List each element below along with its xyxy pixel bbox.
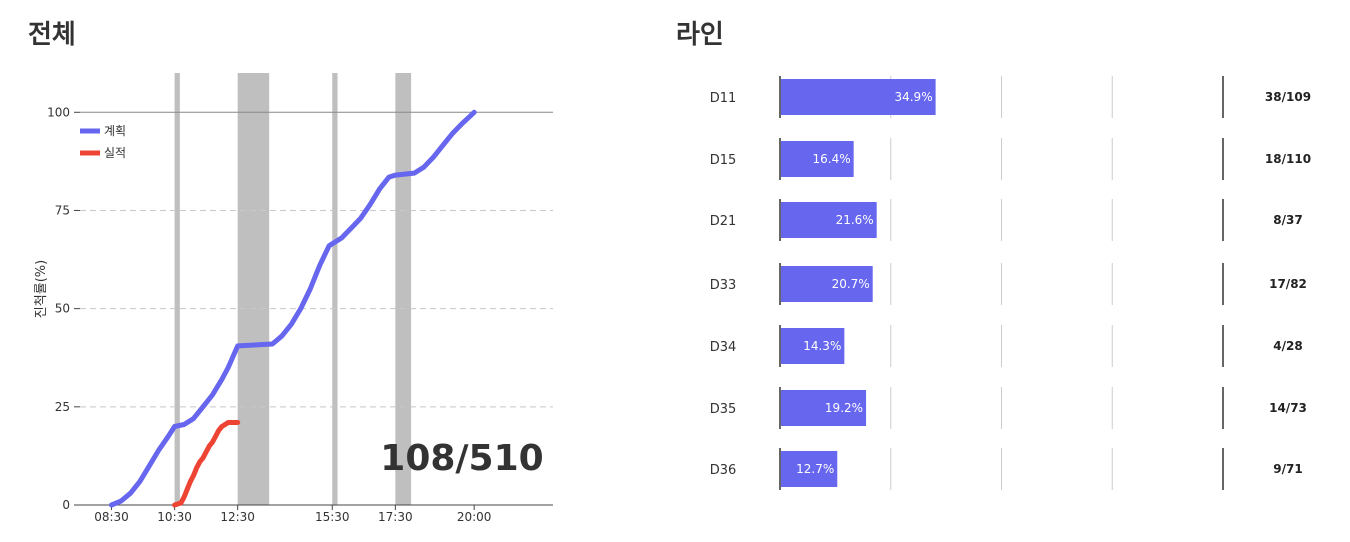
- category-label: D34: [710, 340, 737, 355]
- bar-value-label: 14.3%: [803, 339, 841, 353]
- ytick-label: 25: [55, 400, 70, 414]
- xtick-label: 08:30: [94, 510, 129, 524]
- break-band-2: [332, 73, 338, 505]
- ratio-label: 38/109: [1265, 90, 1311, 104]
- xtick-label: 17:30: [378, 510, 413, 524]
- ratio-label: 8/37: [1273, 213, 1302, 227]
- ytick-label: 0: [62, 498, 70, 512]
- category-label: D11: [710, 91, 737, 106]
- ratio-label: 18/110: [1265, 152, 1311, 166]
- ytick-label: 75: [55, 203, 70, 217]
- xtick-label: 10:30: [157, 510, 192, 524]
- ratio-label: 9/71: [1273, 462, 1302, 476]
- bar-value-label: 21.6%: [836, 213, 874, 227]
- xtick-label: 15:30: [315, 510, 350, 524]
- ratio-label: 17/82: [1269, 277, 1307, 291]
- ratio-label: 14/73: [1269, 401, 1307, 415]
- progress-charts: 0 25 50 75 100 08:30 10:30 12:30 15:30 17:30 20:00…: [34, 73, 1311, 524]
- break-band-1: [237, 73, 270, 505]
- overall-total-count: 108/510: [380, 438, 543, 479]
- ytick-label: 100: [47, 105, 70, 119]
- category-label: D33: [710, 278, 737, 293]
- bar-value-label: 34.9%: [894, 90, 932, 104]
- xtick-label: 20:00: [457, 510, 492, 524]
- break-band-0: [174, 73, 180, 505]
- bar-value-label: 20.7%: [832, 277, 870, 291]
- ytick-label: 50: [55, 302, 70, 316]
- legend-label-1: 실적: [104, 146, 126, 160]
- actual-series-line: [172, 420, 241, 508]
- bar-value-label: 19.2%: [825, 401, 863, 415]
- category-label: D35: [710, 402, 737, 417]
- xtick-label: 12:30: [220, 510, 255, 524]
- bar-value-label: 12.7%: [796, 462, 834, 476]
- ratio-label: 4/28: [1273, 339, 1302, 353]
- category-label: D21: [710, 214, 737, 229]
- y-axis-label: 진척률(%): [34, 260, 49, 318]
- bar-value-label: 16.4%: [813, 152, 851, 166]
- category-label: D15: [710, 153, 737, 168]
- legend-label-0: 계획: [104, 124, 126, 138]
- category-label: D36: [710, 463, 737, 478]
